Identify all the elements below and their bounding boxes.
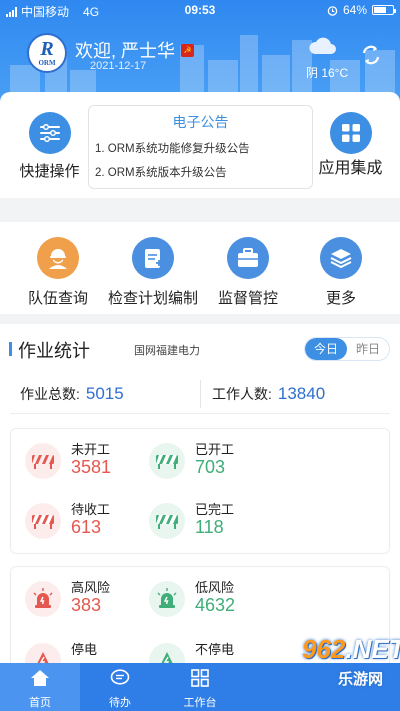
chat-icon [110, 669, 130, 685]
risk-label: 高风险 [71, 580, 111, 595]
tab-yesterday[interactable]: 昨日 [347, 338, 389, 360]
risk-label: 停电 [71, 642, 98, 657]
barrier-icon [149, 503, 185, 539]
risk-value: 4632 [195, 595, 236, 615]
function-grid: 队伍查询 检查计划编制 监督管控 更多 [0, 222, 400, 314]
status-value: 613 [71, 517, 102, 537]
plan-edit-button[interactable]: 检查计划编制 [103, 237, 203, 308]
battery-percent: 64% [342, 3, 367, 17]
sliders-icon [28, 112, 71, 154]
plan-edit-label: 检查计划编制 [107, 290, 198, 307]
top-card: 快捷操作 电子公告 1. ORM系统功能修复升级公告 2. ORM系统版本升级公… [0, 92, 400, 198]
tab-home[interactable]: 首页 [0, 663, 80, 711]
risk-low[interactable]: 低风险 4632 [147, 577, 297, 623]
status-label: 待收工 [71, 502, 111, 517]
quick-actions-label: 快捷操作 [19, 163, 80, 180]
app-integration-label: 应用集成 [318, 160, 383, 177]
risk-label: 低风险 [195, 580, 235, 595]
risk-value: 383 [71, 595, 102, 615]
refresh-icon[interactable] [360, 44, 382, 66]
more-label: 更多 [325, 290, 356, 307]
supervision-button[interactable]: 监督管控 [198, 237, 298, 308]
header-date: 2021-12-17 [90, 60, 147, 72]
job-stats-card: 作业统计 国网福建电力 今日 昨日 作业总数: 5015 工作人数: 13840… [0, 324, 400, 679]
notice-board[interactable]: 电子公告 1. ORM系统功能修复升级公告 2. ORM系统版本升级公告 [88, 105, 313, 189]
grid-icon [329, 112, 372, 154]
divider [200, 380, 201, 408]
job-status-panel: 未开工 3581 已开工 703 待收工 613 已完工 118 [10, 428, 390, 554]
tab-label: 待办 [109, 697, 131, 709]
watermark-text: 962.NET [302, 634, 400, 664]
briefcase-icon [227, 237, 269, 279]
notice-title: 电子公告 [172, 114, 229, 130]
barrier-icon [149, 443, 185, 479]
app-integration-button[interactable]: 应用集成 [313, 112, 388, 178]
quick-actions-button[interactable]: 快捷操作 [12, 112, 87, 181]
logo-text: ORM [38, 59, 56, 67]
notice-item[interactable]: 1. ORM系统功能修复升级公告 [95, 140, 312, 156]
risk-label: 不停电 [195, 642, 235, 657]
logo-letter: R [40, 38, 54, 60]
barrier-icon [25, 443, 61, 479]
home-icon [31, 670, 49, 686]
orm-logo: R ORM [27, 33, 67, 73]
tab-todo[interactable]: 待办 [80, 663, 160, 711]
status-label: 已开工 [195, 442, 235, 457]
status-completed[interactable]: 已完工 118 [147, 499, 297, 545]
barrier-icon [25, 503, 61, 539]
title-accent [9, 342, 12, 356]
notice-item[interactable]: 2. ORM系统版本升级公告 [95, 164, 312, 180]
team-query-button[interactable]: 队伍查询 [8, 237, 108, 308]
status-started[interactable]: 已开工 703 [147, 439, 297, 485]
party-badge-icon: ☭ [181, 43, 195, 57]
tab-label: 工作台 [183, 697, 217, 709]
workers-value: 13840 [277, 384, 326, 403]
total-jobs-value: 5015 [85, 384, 124, 403]
tab-today[interactable]: 今日 [305, 338, 347, 360]
watermark-logo: 962.NET 乐游网 [264, 628, 400, 711]
status-value: 703 [195, 457, 226, 477]
workers-label: 工作人数: [212, 386, 272, 402]
header: 中国移动 4G 09:53 64% R ORM 欢迎, 严士华 ☭ 2021-1… [0, 0, 400, 105]
stats-title: 作业统计 [18, 341, 90, 361]
workers-count: 工作人数: 13840 [212, 384, 325, 404]
worker-icon [37, 237, 79, 279]
day-toggle: 今日 昨日 [304, 337, 390, 361]
watermark-cn: 乐游网 [338, 671, 384, 688]
team-query-label: 队伍查询 [27, 290, 88, 307]
plan-edit-icon [132, 237, 174, 279]
status-bar: 中国移动 4G 09:53 64% [0, 0, 400, 20]
totals-row: 作业总数: 5015 工作人数: 13840 [10, 376, 390, 414]
total-jobs: 作业总数: 5015 [20, 384, 124, 404]
weather-text: 阴 16°C [306, 66, 349, 80]
status-label: 未开工 [71, 442, 111, 457]
total-jobs-label: 作业总数: [20, 386, 80, 402]
org-name[interactable]: 国网福建电力 [134, 342, 200, 358]
cloud-icon [309, 37, 336, 54]
alarm-light-icon [25, 581, 61, 617]
alarm-icon [327, 5, 338, 16]
status-label: 已完工 [195, 502, 235, 517]
stats-header: 作业统计 国网福建电力 今日 昨日 [0, 336, 400, 362]
battery-icon [372, 5, 396, 15]
layers-icon [320, 237, 362, 279]
tab-workbench[interactable]: 工作台 [160, 663, 240, 711]
grid-icon [191, 669, 209, 687]
status-value: 118 [195, 517, 224, 537]
status-value: 3581 [71, 457, 112, 477]
more-button[interactable]: 更多 [291, 237, 391, 308]
tab-label: 首页 [29, 697, 51, 709]
supervision-label: 监督管控 [217, 290, 278, 307]
alarm-light-icon [149, 581, 185, 617]
